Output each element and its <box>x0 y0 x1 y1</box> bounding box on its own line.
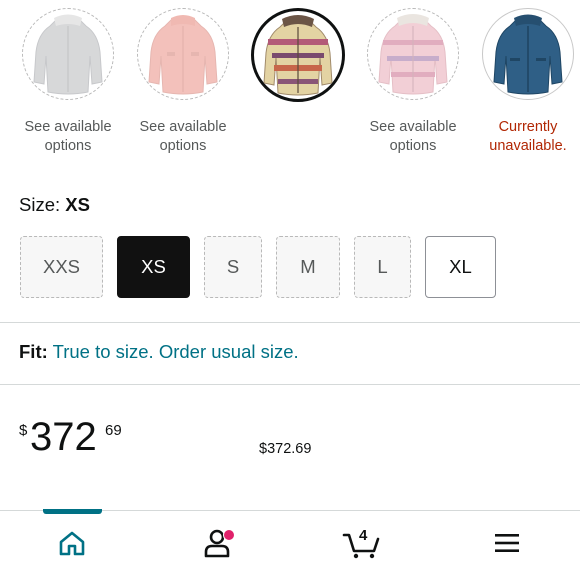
divider <box>0 322 580 323</box>
color-swatch-row: See available options See available opti… <box>0 0 580 457</box>
color-swatch-aztec-selected[interactable]: $372.69 <box>240 8 356 457</box>
fit-text-link[interactable]: True to size. Order usual size. <box>53 341 299 362</box>
price-whole: 372 <box>30 415 97 459</box>
size-option-s[interactable]: S <box>204 236 262 298</box>
size-label: Size: XS <box>19 194 90 216</box>
jacket-coral-icon <box>148 15 218 95</box>
nav-home[interactable] <box>52 525 92 561</box>
swatch-image <box>22 8 114 100</box>
nav-account[interactable] <box>197 525 237 561</box>
home-icon <box>59 531 85 556</box>
swatch-caption: See available options <box>369 119 457 154</box>
fit-label: Fit: <box>19 341 48 362</box>
nav-cart[interactable]: 4 <box>342 525 382 561</box>
color-swatch-blue[interactable]: Currently unavailable. <box>470 8 580 156</box>
swatch-caption: See available options <box>24 119 112 154</box>
size-option-xxs[interactable]: XXS <box>20 236 103 298</box>
notification-badge <box>223 529 235 541</box>
swatch-image <box>251 8 345 102</box>
nav-menu[interactable] <box>487 525 527 561</box>
jacket-aztec-icon <box>263 15 333 96</box>
jacket-grey-icon <box>33 14 103 95</box>
size-option-m[interactable]: M <box>276 236 340 298</box>
divider <box>0 384 580 385</box>
swatch-unavailable-caption: Currently unavailable. <box>489 119 567 154</box>
fit-info: Fit: True to size. Order usual size. <box>19 341 299 363</box>
bottom-navigation-bar: 4 <box>0 509 580 581</box>
color-swatch-grey[interactable]: See available options <box>10 8 126 156</box>
swatch-image <box>482 8 574 100</box>
active-tab-indicator <box>43 509 102 514</box>
size-label-text: Size: <box>19 194 61 215</box>
size-selected-value: XS <box>65 194 90 215</box>
color-swatch-pink-pattern[interactable]: See available options <box>355 8 471 156</box>
cart-count: 4 <box>359 527 368 544</box>
swatch-caption: See available options <box>139 119 227 154</box>
swatch-price: $372.69 <box>259 441 312 457</box>
size-option-l[interactable]: L <box>354 236 411 298</box>
menu-icon <box>495 534 519 552</box>
jacket-blue-icon <box>493 14 563 95</box>
swatch-image <box>137 8 229 100</box>
price-fraction: 69 <box>105 422 122 439</box>
color-swatch-coral[interactable]: See available options <box>125 8 241 156</box>
size-option-xl[interactable]: XL <box>425 236 496 298</box>
swatch-image <box>367 8 459 100</box>
size-option-xs[interactable]: XS <box>117 236 190 298</box>
jacket-pink-pattern-icon <box>378 14 448 95</box>
price-currency-symbol: $ <box>19 422 28 439</box>
